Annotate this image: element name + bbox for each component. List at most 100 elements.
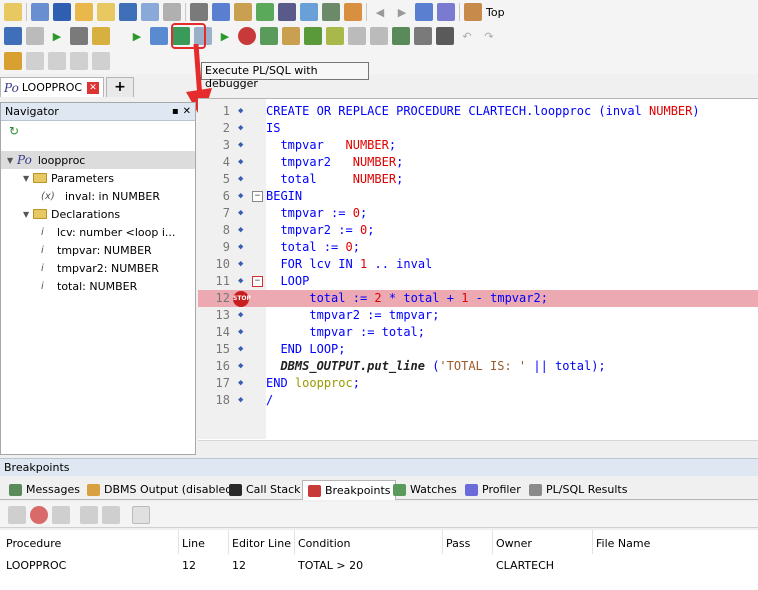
save-icon[interactable] <box>119 3 137 21</box>
step-into-icon[interactable] <box>150 27 168 45</box>
remove-breakpoint-icon[interactable] <box>52 506 70 524</box>
column-header[interactable]: Procedure <box>6 537 61 550</box>
code-line[interactable]: 7 ◆ tmpvar := 0; <box>198 205 758 222</box>
column-divider[interactable] <box>442 530 443 554</box>
save-all-icon[interactable] <box>141 3 159 21</box>
add-breakpoint-icon[interactable] <box>30 506 48 524</box>
add-watch-icon[interactable] <box>260 27 278 45</box>
code-line[interactable]: 1 ◆ CREATE OR REPLACE PROCEDURE CLARTECH.l… <box>198 103 758 120</box>
toggle-breakpoint-icon[interactable] <box>238 27 256 45</box>
explain-plan-icon[interactable] <box>70 27 88 45</box>
code-line[interactable]: 15 ◆ END LOOP; <box>198 341 758 358</box>
statement-marker-icon[interactable]: ◆ <box>238 358 243 375</box>
evaluate-icon[interactable] <box>282 27 300 45</box>
tree-item[interactable]: i total: NUMBER <box>1 277 195 295</box>
plsql-window-icon[interactable] <box>437 3 455 21</box>
code-line[interactable]: 3 ◆ tmpvar NUMBER; <box>198 137 758 154</box>
statement-marker-icon[interactable]: ◆ <box>238 375 243 392</box>
top-label[interactable]: Top <box>486 6 505 19</box>
sql-icon[interactable] <box>212 3 230 21</box>
statement-marker-icon[interactable]: ◆ <box>238 256 243 273</box>
tree-item[interactable]: i tmpvar: NUMBER <box>1 241 195 259</box>
statement-marker-icon[interactable]: ◆ <box>238 154 243 171</box>
statement-marker-icon[interactable]: ◆ <box>238 222 243 239</box>
code-editor[interactable]: 1 ◆ CREATE OR REPLACE PROCEDURE CLARTECH.l… <box>198 98 758 454</box>
table-cell[interactable]: 12 <box>182 559 196 572</box>
tab-pl-sql-results[interactable]: PL/SQL Results <box>524 480 631 500</box>
enable-breakpoint-icon[interactable] <box>80 506 98 524</box>
print-icon[interactable] <box>190 3 208 21</box>
case-icon[interactable] <box>436 27 454 45</box>
tree-item[interactable]: i tmpvar2: NUMBER <box>1 259 195 277</box>
user-icon[interactable] <box>464 3 482 21</box>
statement-marker-icon[interactable]: ◆ <box>238 171 243 188</box>
tree-item[interactable]: (x) inval: in NUMBER <box>1 187 195 205</box>
format-icon[interactable] <box>348 27 366 45</box>
tab-loopproc[interactable]: Po LOOPPROC ✕ <box>0 77 104 97</box>
run-to-cursor-icon[interactable]: ▶ <box>216 27 234 45</box>
new-object-icon[interactable] <box>4 3 22 21</box>
statement-marker-icon[interactable]: ◆ <box>238 188 243 205</box>
code-line[interactable]: 11 ◆ − LOOP <box>198 273 758 290</box>
execute-plsql-debugger-icon[interactable]: ▶ <box>128 27 146 45</box>
database-icon[interactable] <box>278 3 296 21</box>
trace-icon[interactable] <box>326 27 344 45</box>
tab-messages[interactable]: Messages <box>4 480 84 500</box>
bookmark-icon[interactable] <box>92 27 110 45</box>
compile-icon[interactable] <box>4 27 22 45</box>
tab-dbms-output-disabled[interactable]: DBMS Output (disabled) <box>82 480 241 500</box>
code-line[interactable]: 6 ◆ − BEGIN <box>198 188 758 205</box>
fold-icon[interactable]: − <box>252 191 263 202</box>
tab-profiler[interactable]: Profiler <box>460 480 525 500</box>
close-icon[interactable]: ✕ <box>183 106 191 117</box>
expand-icon[interactable]: ▼ <box>23 174 33 183</box>
settings-icon[interactable] <box>256 3 274 21</box>
show-invisibles-icon[interactable] <box>414 27 432 45</box>
fold-icon[interactable]: − <box>252 276 263 287</box>
code-line[interactable]: 17 ◆ END loopproc; <box>198 375 758 392</box>
statement-marker-icon[interactable]: ◆ <box>238 120 243 137</box>
column-header[interactable]: File Name <box>596 537 650 550</box>
disconnect-icon[interactable] <box>53 3 71 21</box>
redo-icon[interactable]: ↷ <box>480 27 498 45</box>
sql-window-icon[interactable] <box>31 3 49 21</box>
checklist-icon[interactable] <box>392 27 410 45</box>
expand-icon[interactable]: ▼ <box>7 156 17 165</box>
profiler-icon[interactable] <box>304 27 322 45</box>
pin-icon[interactable]: ▪ <box>172 106 179 117</box>
tree-item[interactable]: ▼ Declarations <box>1 205 195 223</box>
statement-marker-icon[interactable]: ◆ <box>238 307 243 324</box>
column-header[interactable]: Line <box>182 537 205 550</box>
tree-item[interactable]: ▼ Po loopproc <box>1 151 195 169</box>
code-line[interactable]: 9 ◆ total := 0; <box>198 239 758 256</box>
forward-icon[interactable]: ▶ <box>393 3 411 21</box>
open-folder-icon[interactable] <box>75 3 93 21</box>
column-divider[interactable] <box>178 530 179 554</box>
code-line[interactable]: 4 ◆ tmpvar2 NUMBER; <box>198 154 758 171</box>
edit-breakpoint-icon[interactable] <box>8 506 26 524</box>
disable-breakpoint-icon[interactable] <box>102 506 120 524</box>
column-divider[interactable] <box>492 530 493 554</box>
table-cell[interactable]: LOOPPROC <box>6 559 66 572</box>
column-divider[interactable] <box>294 530 295 554</box>
run-icon[interactable]: ▶ <box>48 27 66 45</box>
table-cell[interactable]: 12 <box>232 559 246 572</box>
code-line[interactable]: 18 ◆ / <box>198 392 758 409</box>
clipboard-icon[interactable] <box>234 3 252 21</box>
column-header[interactable]: Owner <box>496 537 532 550</box>
code-line[interactable]: 13 ◆ tmpvar2 := tmpvar; <box>198 307 758 324</box>
tab-watches[interactable]: Watches <box>388 480 461 500</box>
tab-breakpoints[interactable]: Breakpoints <box>302 480 396 500</box>
code-line[interactable]: 5 ◆ total NUMBER; <box>198 171 758 188</box>
statement-marker-icon[interactable]: ◆ <box>238 103 243 120</box>
code-line[interactable]: 12 total := 2 * total + 1 - tmpvar2; <box>198 290 758 307</box>
code-line[interactable]: 14 ◆ tmpvar := total; <box>198 324 758 341</box>
statement-marker-icon[interactable]: ◆ <box>238 273 243 290</box>
column-divider[interactable] <box>592 530 593 554</box>
open-recent-icon[interactable] <box>97 3 115 21</box>
window-list-icon[interactable] <box>300 3 318 21</box>
statement-marker-icon[interactable]: ◆ <box>238 239 243 256</box>
export-icon[interactable] <box>132 506 150 524</box>
column-header[interactable]: Pass <box>446 537 470 550</box>
breakpoint-stop-icon[interactable]: STOP <box>233 291 251 307</box>
